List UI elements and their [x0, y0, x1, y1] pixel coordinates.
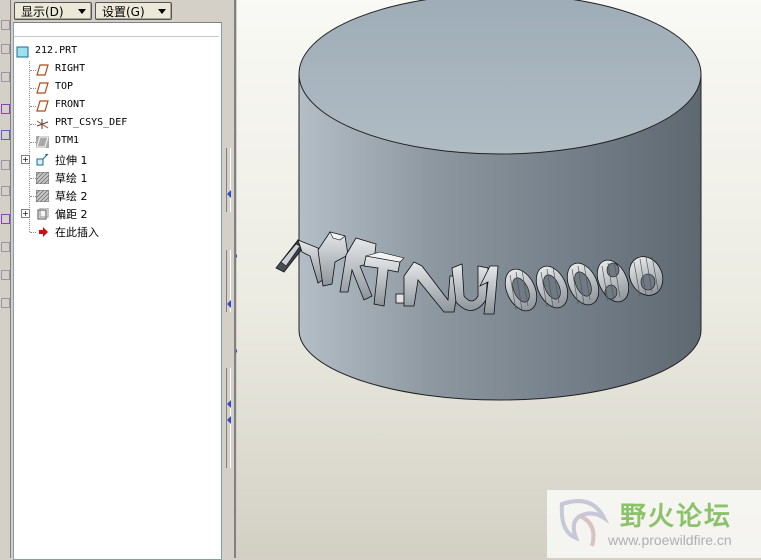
tree-item-sketch-2[interactable]: 草绘 2 [14, 187, 219, 205]
tree-item-top[interactable]: TOP [14, 79, 219, 97]
strip-tool-icon[interactable] [1, 214, 10, 224]
tree-item-dtm1[interactable]: DTM1 [14, 133, 219, 151]
tree-item-label: 偏距 2 [55, 208, 88, 221]
settings-menu-button[interactable]: 设置(G) [95, 2, 172, 20]
display-menu-button[interactable]: 显示(D) [14, 2, 92, 20]
strip-tool-icon[interactable] [1, 104, 10, 114]
panel-splitter[interactable] [223, 0, 238, 558]
collapse-left-icon[interactable] [227, 416, 231, 424]
splitter-edge [234, 0, 236, 558]
tree-item-label: FRONT [55, 99, 86, 110]
chevron-down-icon [78, 9, 86, 14]
left-icon-strip [0, 0, 11, 558]
strip-tool-icon[interactable] [1, 72, 10, 82]
watermark-logo [559, 499, 610, 547]
collapse-left-icon[interactable] [227, 300, 231, 308]
tree-item-label: 草绘 2 [55, 190, 88, 203]
model-viewport[interactable] [237, 0, 761, 558]
expand-icon[interactable]: + [21, 209, 30, 218]
tree-item-label: 草绘 1 [55, 172, 88, 185]
tree-item-right[interactable]: RIGHT [14, 61, 219, 79]
tree-item-label: PRT_CSYS_DEF [55, 117, 128, 128]
watermark-url: www.proewildfire.cn [608, 532, 732, 548]
settings-menu-label: 设置(G) [102, 5, 145, 19]
model-tree: 212.PRT RIGHT TOP FRONT PRT_CSYS_DEF DTM… [13, 22, 222, 560]
datum-plane-hidden-icon [36, 136, 49, 148]
strip-tool-icon[interactable] [1, 20, 10, 30]
sketch-icon [36, 190, 49, 202]
tree-item-extrude[interactable]: + 拉伸 1 [14, 151, 219, 169]
tree-item-front[interactable]: FRONT [14, 97, 219, 115]
strip-tool-icon[interactable] [1, 160, 10, 170]
model-tree-panel: 显示(D) 设置(G) 212.PRT RIGHT TOP FRONT PRT_… [11, 0, 223, 560]
sketch-icon [36, 172, 49, 184]
expand-icon[interactable]: + [21, 155, 30, 164]
strip-tool-icon[interactable] [1, 130, 10, 140]
watermark-title: 野火论坛 [620, 502, 733, 532]
tree-item-csys[interactable]: PRT_CSYS_DEF [14, 115, 219, 133]
tree-item-label: 拉伸 1 [55, 154, 88, 167]
tree-item-label: RIGHT [55, 63, 86, 74]
offset-icon [37, 208, 49, 220]
tree-item-sketch-1[interactable]: 草绘 1 [14, 169, 219, 187]
strip-tool-icon[interactable] [1, 270, 10, 280]
tree-item-label: TOP [55, 81, 74, 92]
strip-tool-icon[interactable] [1, 298, 10, 308]
collapse-left-icon[interactable] [227, 190, 231, 198]
datum-plane-icon [36, 82, 49, 94]
extrude-icon [36, 154, 49, 166]
coordinate-system-icon [36, 119, 49, 129]
tree-item-part[interactable]: 212.PRT [0, 43, 199, 61]
chevron-down-icon [158, 9, 166, 14]
tree-item-label: 212.PRT [35, 45, 78, 56]
tree-item-offset[interactable]: + 偏距 2 [14, 205, 219, 223]
strip-tool-icon[interactable] [1, 186, 10, 196]
collapse-left-icon[interactable] [227, 400, 231, 408]
cylinder-top-surface[interactable] [298, 0, 702, 155]
tree-item-label: 在此插入 [55, 226, 99, 239]
part-icon [16, 46, 29, 58]
display-menu-label: 显示(D) [21, 5, 64, 19]
strip-tool-icon[interactable] [1, 242, 10, 252]
datum-plane-icon [36, 64, 49, 76]
graphics-window[interactable] [237, 0, 761, 558]
splitter-grip[interactable] [226, 148, 231, 212]
tree-item-label: DTM1 [55, 135, 80, 146]
model-tree-toolbar: 显示(D) 设置(G) [11, 0, 223, 24]
model-tree-header [14, 23, 219, 37]
tree-item-insert-here[interactable]: 在此插入 [14, 223, 219, 241]
insert-here-arrow-icon [39, 227, 48, 237]
datum-plane-icon [36, 100, 49, 112]
